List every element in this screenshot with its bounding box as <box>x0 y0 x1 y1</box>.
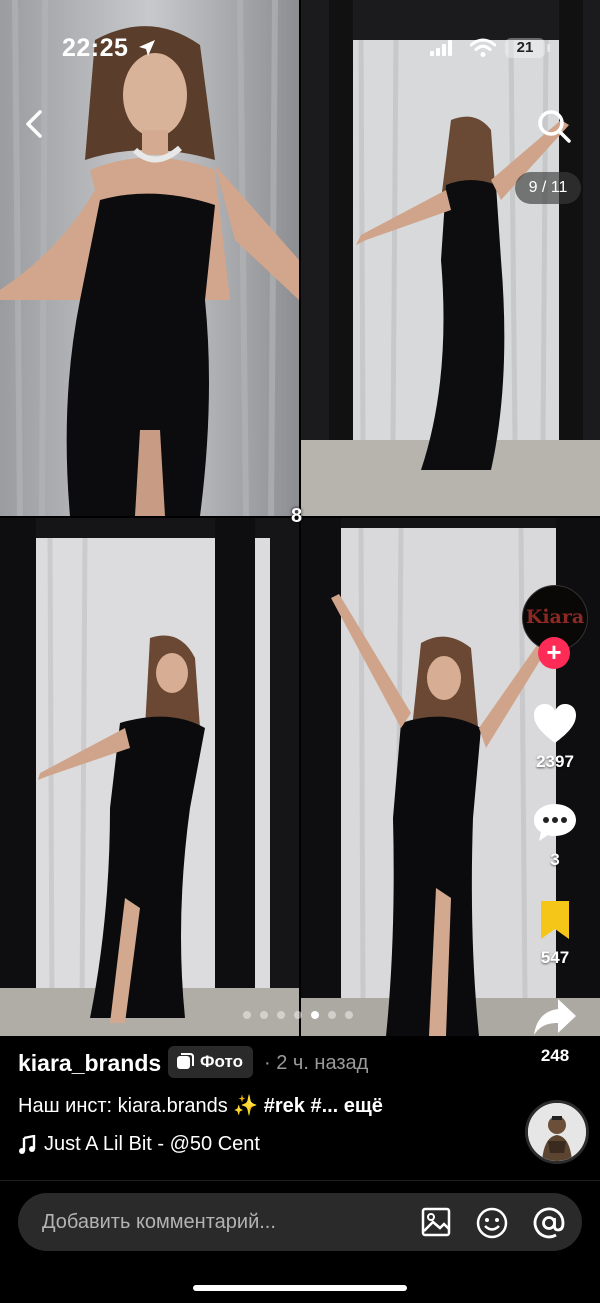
group-label: 8 <box>291 505 303 527</box>
home-indicator[interactable] <box>193 1285 407 1291</box>
share-icon <box>534 999 576 1035</box>
image-icon[interactable] <box>420 1206 452 1243</box>
back-icon <box>26 110 42 138</box>
caption[interactable]: Наш инст: kiara.brands ✨ #rek #... ещё <box>18 1093 383 1118</box>
save-count: 547 <box>540 948 570 967</box>
comment-input[interactable]: Добавить комментарий... <box>42 1211 276 1234</box>
location-icon <box>137 38 157 63</box>
photo-badge-label: Фото <box>200 1052 243 1071</box>
carousel-dot <box>294 1011 302 1019</box>
like-button[interactable]: 2397 <box>520 703 590 772</box>
music-row[interactable]: Just A Lil Bit - @50 Cent <box>18 1133 260 1156</box>
carousel-dot <box>243 1011 251 1019</box>
music-note-icon <box>19 1134 36 1154</box>
battery-cap <box>547 44 550 52</box>
like-count: 2397 <box>536 752 574 771</box>
photo-icon <box>177 1053 194 1069</box>
comment-icon <box>534 804 576 841</box>
share-button[interactable]: 248 <box>520 997 590 1066</box>
share-count: 248 <box>540 1046 570 1065</box>
comment-button[interactable]: 3 <box>520 801 590 870</box>
back-button[interactable] <box>18 106 54 142</box>
carousel-dot <box>311 1011 319 1019</box>
caption-tags[interactable]: #rek #... <box>264 1095 339 1117</box>
follow-button[interactable]: + <box>538 637 570 669</box>
mention-icon[interactable] <box>532 1206 566 1245</box>
comment-count: 3 <box>550 850 560 869</box>
caption-more[interactable]: ещё <box>338 1095 383 1117</box>
posted-time: · 2 ч. назад <box>264 1052 369 1074</box>
emoji-icon[interactable] <box>475 1206 509 1245</box>
photo-tile-3[interactable] <box>0 518 299 1036</box>
music-title: Just A Lil Bit - @50 Cent <box>44 1133 260 1155</box>
author-name[interactable]: kiara_brands <box>18 1050 161 1077</box>
status-time: 22:25 <box>62 34 129 62</box>
signal-icon <box>430 40 454 61</box>
wifi-icon <box>469 38 497 63</box>
comment-bar[interactable]: Добавить комментарий... <box>18 1193 582 1251</box>
creator-avatar-text: Kiara <box>525 606 585 628</box>
battery-indicator: 21 <box>505 38 545 58</box>
page-counter: 9 / 11 <box>515 172 581 204</box>
carousel-dot <box>328 1011 336 1019</box>
sound-avatar[interactable] <box>525 1100 589 1164</box>
status-bar: 22:25 21 <box>0 0 600 100</box>
heart-icon <box>534 704 576 743</box>
search-icon <box>538 110 571 143</box>
carousel-dot <box>277 1011 285 1019</box>
bookmark-button[interactable]: 547 <box>520 899 590 968</box>
carousel-dots <box>243 1011 353 1019</box>
carousel-dot <box>345 1011 353 1019</box>
bookmark-icon <box>541 901 569 939</box>
caption-text: Наш инст: kiara.brands ✨ <box>18 1095 264 1117</box>
divider <box>0 1180 600 1181</box>
search-button[interactable] <box>534 106 574 146</box>
carousel-dot <box>260 1011 268 1019</box>
photo-badge: Фото <box>168 1046 253 1078</box>
